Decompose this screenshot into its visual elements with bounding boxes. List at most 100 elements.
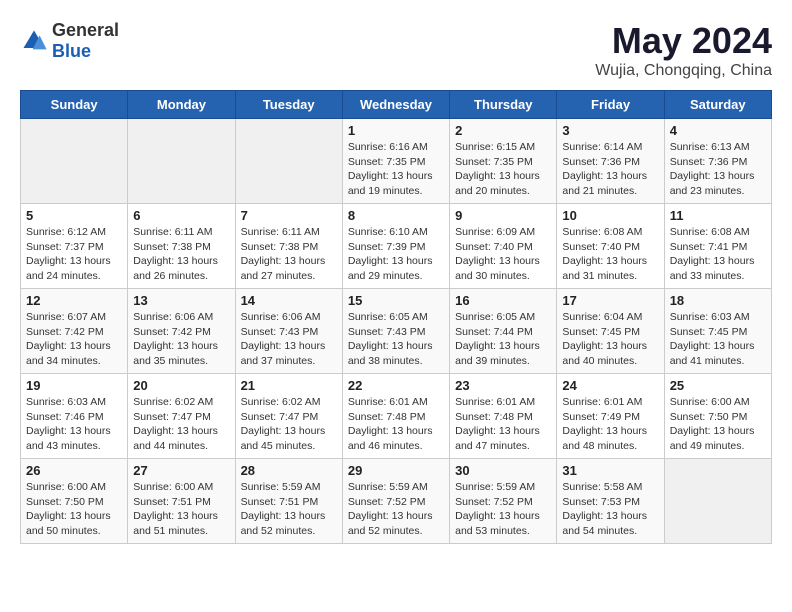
- day-number: 26: [26, 463, 122, 478]
- week-row-1: 1 Sunrise: 6:16 AM Sunset: 7:35 PM Daylig…: [21, 119, 772, 204]
- header-day-thursday: Thursday: [450, 91, 557, 119]
- week-row-2: 5 Sunrise: 6:12 AM Sunset: 7:37 PM Daylig…: [21, 204, 772, 289]
- day-number: 18: [670, 293, 766, 308]
- day-info: Sunrise: 6:08 AM Sunset: 7:40 PM Dayligh…: [562, 225, 658, 284]
- day-number: 15: [348, 293, 444, 308]
- day-number: 3: [562, 123, 658, 138]
- day-number: 29: [348, 463, 444, 478]
- page-header: General Blue May 2024 Wujia, Chongqing, …: [20, 20, 772, 80]
- logo: General Blue: [20, 20, 119, 62]
- logo-general: General: [52, 20, 119, 40]
- day-info: Sunrise: 6:03 AM Sunset: 7:45 PM Dayligh…: [670, 310, 766, 369]
- calendar-cell: 30 Sunrise: 5:59 AM Sunset: 7:52 PM Dayli…: [450, 459, 557, 544]
- logo-blue: Blue: [52, 41, 91, 61]
- day-info: Sunrise: 6:01 AM Sunset: 7:49 PM Dayligh…: [562, 395, 658, 454]
- calendar-cell: [21, 119, 128, 204]
- day-info: Sunrise: 6:01 AM Sunset: 7:48 PM Dayligh…: [455, 395, 551, 454]
- day-number: 28: [241, 463, 337, 478]
- header-row: SundayMondayTuesdayWednesdayThursdayFrid…: [21, 91, 772, 119]
- day-info: Sunrise: 5:58 AM Sunset: 7:53 PM Dayligh…: [562, 480, 658, 539]
- header-day-monday: Monday: [128, 91, 235, 119]
- main-title: May 2024: [595, 20, 772, 62]
- header-day-tuesday: Tuesday: [235, 91, 342, 119]
- day-info: Sunrise: 6:00 AM Sunset: 7:50 PM Dayligh…: [670, 395, 766, 454]
- calendar-cell: 20Sunrise: 6:02 AM Sunset: 7:47 PM Dayli…: [128, 374, 235, 459]
- day-info: Sunrise: 6:05 AM Sunset: 7:43 PM Dayligh…: [348, 310, 444, 369]
- calendar-cell: 16Sunrise: 6:05 AM Sunset: 7:44 PM Dayli…: [450, 289, 557, 374]
- calendar-cell: 6Sunrise: 6:11 AM Sunset: 7:38 PM Daylig…: [128, 204, 235, 289]
- calendar-cell: 8 Sunrise: 6:10 AM Sunset: 7:39 PM Daylig…: [342, 204, 449, 289]
- calendar-cell: 27 Sunrise: 6:00 AM Sunset: 7:51 PM Dayli…: [128, 459, 235, 544]
- calendar-cell: [664, 459, 771, 544]
- day-info: Sunrise: 6:12 AM Sunset: 7:37 PM Dayligh…: [26, 225, 122, 284]
- header-day-sunday: Sunday: [21, 91, 128, 119]
- calendar-cell: 24 Sunrise: 6:01 AM Sunset: 7:49 PM Dayli…: [557, 374, 664, 459]
- day-info: Sunrise: 6:09 AM Sunset: 7:40 PM Dayligh…: [455, 225, 551, 284]
- day-info: Sunrise: 5:59 AM Sunset: 7:52 PM Dayligh…: [455, 480, 551, 539]
- day-info: Sunrise: 6:10 AM Sunset: 7:39 PM Dayligh…: [348, 225, 444, 284]
- day-number: 31: [562, 463, 658, 478]
- day-number: 8: [348, 208, 444, 223]
- calendar-cell: 11Sunrise: 6:08 AM Sunset: 7:41 PM Dayli…: [664, 204, 771, 289]
- calendar-cell: 1 Sunrise: 6:16 AM Sunset: 7:35 PM Daylig…: [342, 119, 449, 204]
- day-number: 21: [241, 378, 337, 393]
- calendar-cell: 18 Sunrise: 6:03 AM Sunset: 7:45 PM Dayli…: [664, 289, 771, 374]
- day-number: 16: [455, 293, 551, 308]
- day-info: Sunrise: 6:08 AM Sunset: 7:41 PM Dayligh…: [670, 225, 766, 284]
- day-number: 17: [562, 293, 658, 308]
- header-day-wednesday: Wednesday: [342, 91, 449, 119]
- day-info: Sunrise: 6:06 AM Sunset: 7:43 PM Dayligh…: [241, 310, 337, 369]
- calendar-cell: 17 Sunrise: 6:04 AM Sunset: 7:45 PM Dayli…: [557, 289, 664, 374]
- day-info: Sunrise: 6:11 AM Sunset: 7:38 PM Dayligh…: [133, 225, 229, 284]
- day-number: 5: [26, 208, 122, 223]
- calendar-cell: 19 Sunrise: 6:03 AM Sunset: 7:46 PM Dayli…: [21, 374, 128, 459]
- day-info: Sunrise: 6:00 AM Sunset: 7:51 PM Dayligh…: [133, 480, 229, 539]
- day-number: 30: [455, 463, 551, 478]
- day-number: 19: [26, 378, 122, 393]
- calendar-cell: 25 Sunrise: 6:00 AM Sunset: 7:50 PM Dayli…: [664, 374, 771, 459]
- day-number: 23: [455, 378, 551, 393]
- day-number: 7: [241, 208, 337, 223]
- day-info: Sunrise: 6:04 AM Sunset: 7:45 PM Dayligh…: [562, 310, 658, 369]
- day-info: Sunrise: 6:11 AM Sunset: 7:38 PM Dayligh…: [241, 225, 337, 284]
- calendar-cell: 7 Sunrise: 6:11 AM Sunset: 7:38 PM Daylig…: [235, 204, 342, 289]
- day-info: Sunrise: 6:02 AM Sunset: 7:47 PM Dayligh…: [241, 395, 337, 454]
- day-number: 25: [670, 378, 766, 393]
- calendar-cell: 14 Sunrise: 6:06 AM Sunset: 7:43 PM Dayli…: [235, 289, 342, 374]
- subtitle: Wujia, Chongqing, China: [595, 62, 772, 80]
- day-info: Sunrise: 6:14 AM Sunset: 7:36 PM Dayligh…: [562, 140, 658, 199]
- day-number: 22: [348, 378, 444, 393]
- day-number: 4: [670, 123, 766, 138]
- calendar-cell: 12 Sunrise: 6:07 AM Sunset: 7:42 PM Dayli…: [21, 289, 128, 374]
- header-day-friday: Friday: [557, 91, 664, 119]
- day-info: Sunrise: 6:03 AM Sunset: 7:46 PM Dayligh…: [26, 395, 122, 454]
- day-info: Sunrise: 6:16 AM Sunset: 7:35 PM Dayligh…: [348, 140, 444, 199]
- calendar-cell: 4Sunrise: 6:13 AM Sunset: 7:36 PM Daylig…: [664, 119, 771, 204]
- day-number: 2: [455, 123, 551, 138]
- calendar-cell: 15 Sunrise: 6:05 AM Sunset: 7:43 PM Dayli…: [342, 289, 449, 374]
- day-number: 20: [133, 378, 229, 393]
- day-number: 24: [562, 378, 658, 393]
- day-info: Sunrise: 6:01 AM Sunset: 7:48 PM Dayligh…: [348, 395, 444, 454]
- day-number: 12: [26, 293, 122, 308]
- calendar-cell: 28Sunrise: 5:59 AM Sunset: 7:51 PM Dayli…: [235, 459, 342, 544]
- day-number: 27: [133, 463, 229, 478]
- title-block: May 2024 Wujia, Chongqing, China: [595, 20, 772, 80]
- calendar-cell: 5 Sunrise: 6:12 AM Sunset: 7:37 PM Daylig…: [21, 204, 128, 289]
- day-info: Sunrise: 6:00 AM Sunset: 7:50 PM Dayligh…: [26, 480, 122, 539]
- day-info: Sunrise: 6:07 AM Sunset: 7:42 PM Dayligh…: [26, 310, 122, 369]
- logo-icon: [20, 27, 48, 55]
- day-number: 14: [241, 293, 337, 308]
- day-info: Sunrise: 6:06 AM Sunset: 7:42 PM Dayligh…: [133, 310, 229, 369]
- calendar-cell: 23 Sunrise: 6:01 AM Sunset: 7:48 PM Dayli…: [450, 374, 557, 459]
- day-number: 10: [562, 208, 658, 223]
- week-row-5: 26 Sunrise: 6:00 AM Sunset: 7:50 PM Dayli…: [21, 459, 772, 544]
- calendar-cell: [235, 119, 342, 204]
- day-number: 13: [133, 293, 229, 308]
- week-row-4: 19 Sunrise: 6:03 AM Sunset: 7:46 PM Dayli…: [21, 374, 772, 459]
- calendar-cell: 13 Sunrise: 6:06 AM Sunset: 7:42 PM Dayli…: [128, 289, 235, 374]
- day-number: 1: [348, 123, 444, 138]
- calendar-cell: 29Sunrise: 5:59 AM Sunset: 7:52 PM Dayli…: [342, 459, 449, 544]
- header-day-saturday: Saturday: [664, 91, 771, 119]
- calendar-cell: 26 Sunrise: 6:00 AM Sunset: 7:50 PM Dayli…: [21, 459, 128, 544]
